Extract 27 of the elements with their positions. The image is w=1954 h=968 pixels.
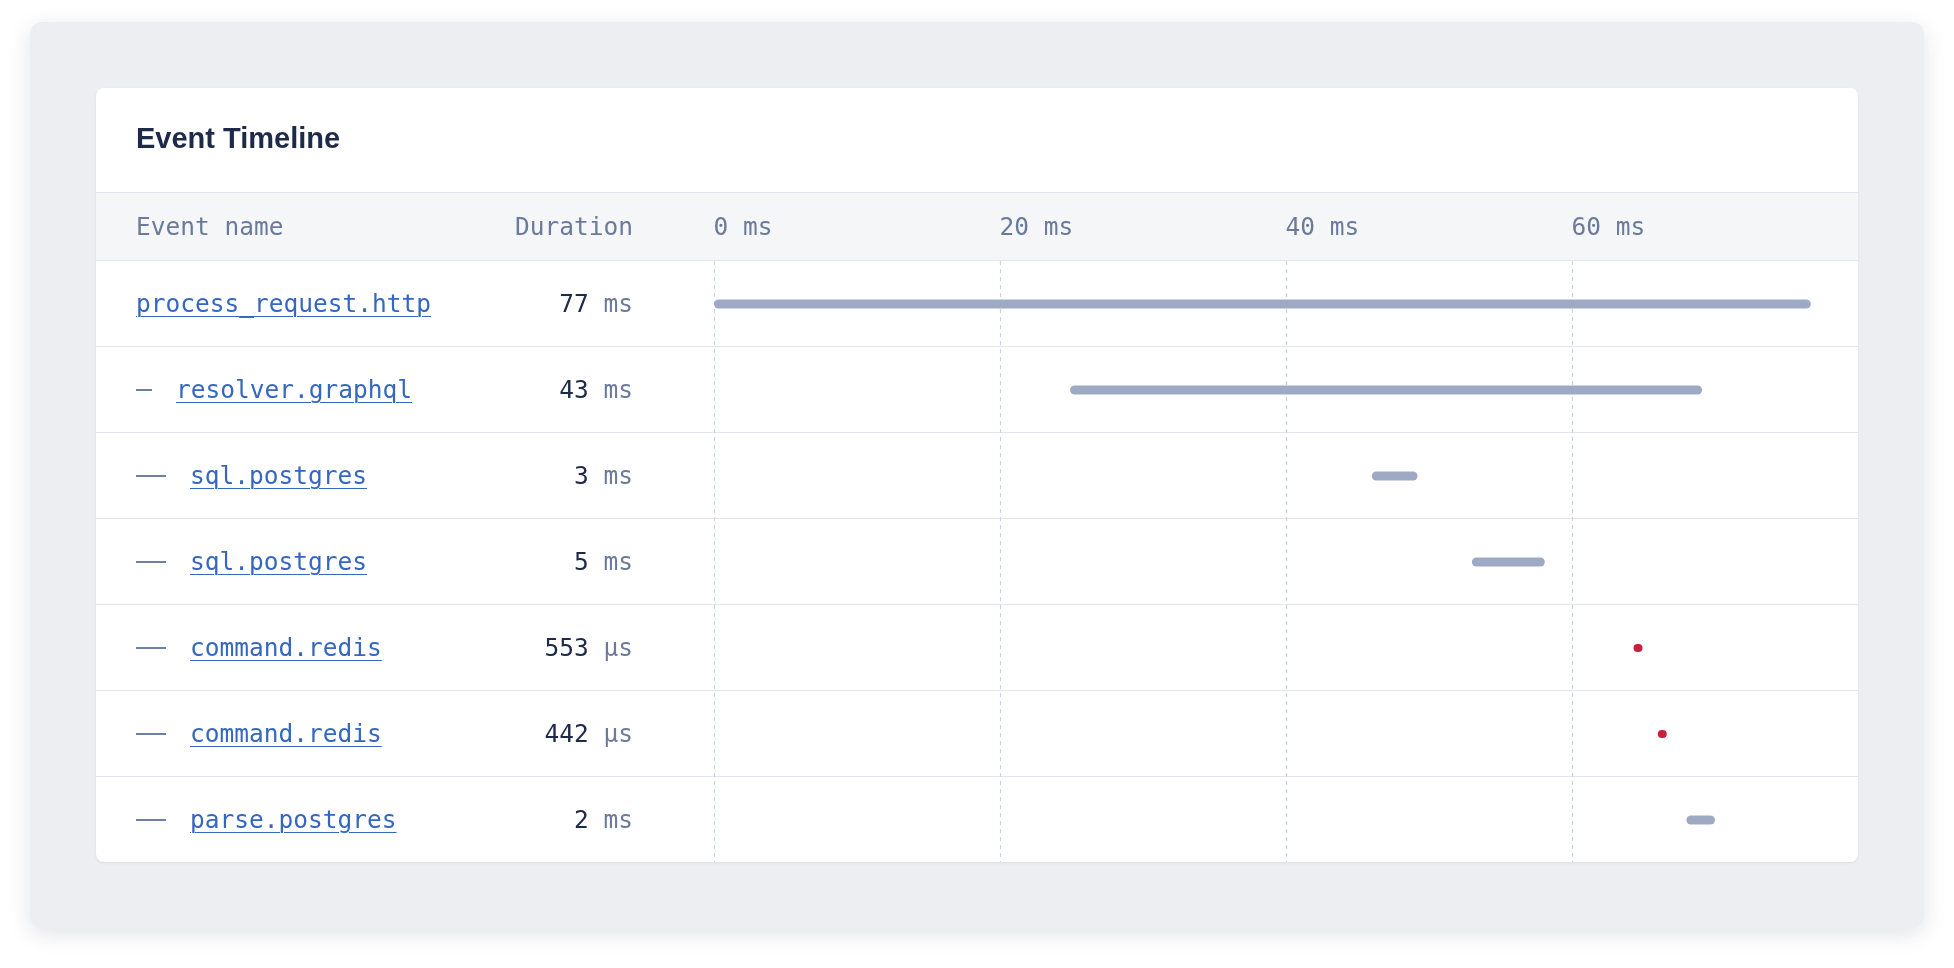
indent-dash — [136, 388, 152, 391]
indent-dash — [136, 732, 166, 735]
event-link[interactable]: command.redis — [190, 719, 382, 748]
duration-text: 43 ms — [558, 375, 633, 404]
event-link[interactable]: resolver.graphql — [176, 375, 412, 404]
duration-text: 553 µs — [543, 633, 633, 662]
indent-dash — [136, 818, 166, 821]
duration-text: 5 ms — [573, 547, 633, 576]
duration-text: 3 ms — [573, 461, 633, 490]
indent-dash — [136, 646, 166, 649]
event-link[interactable]: command.redis — [190, 633, 382, 662]
event-link[interactable]: sql.postgres — [190, 461, 367, 490]
indent-dash — [136, 474, 166, 477]
duration-text: 2 ms — [573, 805, 633, 834]
duration-text: 442 µs — [543, 719, 633, 748]
column-header: Event name — [136, 212, 285, 241]
event-link[interactable]: process_request.http — [136, 289, 431, 318]
axis-tick-label: 0 ms — [714, 212, 773, 241]
column-header: Duration — [514, 212, 633, 241]
event-link[interactable]: sql.postgres — [190, 547, 367, 576]
axis-tick-label: 20 ms — [999, 212, 1074, 241]
card-title: Event Timeline — [136, 121, 341, 155]
event-link[interactable]: parse.postgres — [190, 805, 397, 834]
duration-text: 77 ms — [558, 289, 633, 318]
indent-dash — [136, 560, 166, 563]
axis-tick-label: 40 ms — [1285, 212, 1360, 241]
axis-tick-label: 60 ms — [1571, 212, 1646, 241]
